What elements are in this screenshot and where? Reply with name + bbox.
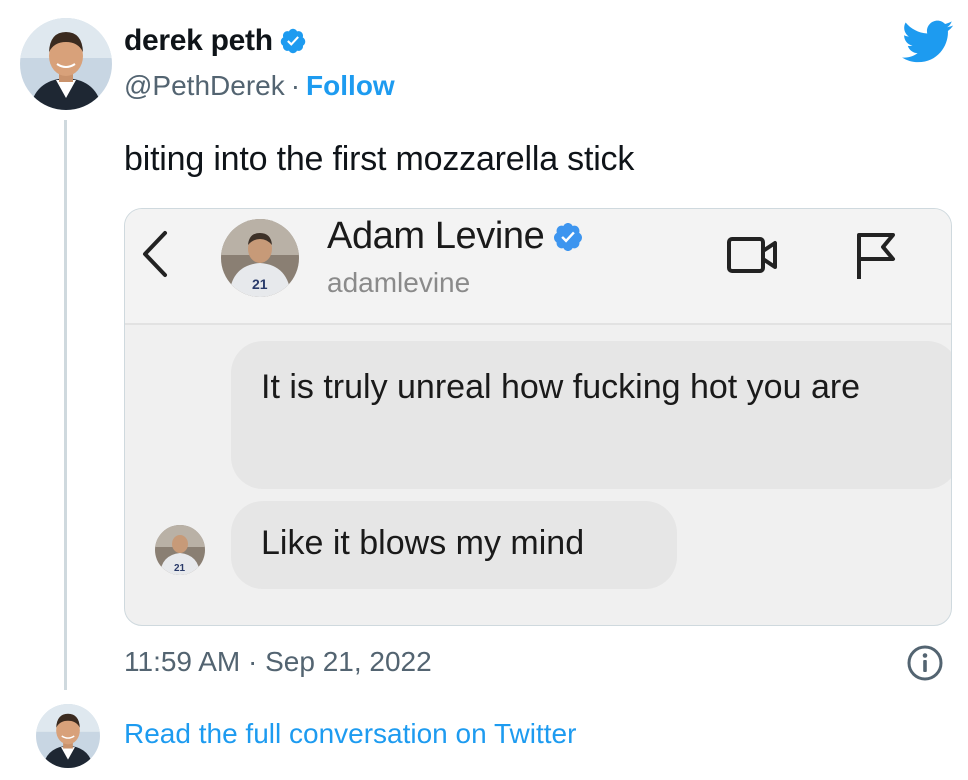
author-handle-row: @PethDerek · Follow — [124, 70, 395, 102]
dm-message-bubble: It is truly unreal how fucking hot you a… — [231, 341, 951, 489]
read-conversation-link[interactable]: Read the full conversation on Twitter — [124, 718, 576, 750]
dm-contact-avatar: 21 — [221, 219, 299, 297]
dm-verified-badge-icon — [554, 222, 583, 251]
tweet-media-card[interactable]: 21 Adam Levine adamlevine It is truly un… — [124, 208, 952, 626]
dm-message-avatar: 21 — [155, 525, 205, 575]
author-handle[interactable]: @PethDerek — [124, 70, 285, 102]
dm-contact-username: adamlevine — [327, 267, 471, 298]
flag-icon — [857, 233, 895, 279]
separator-dot: · — [290, 70, 301, 101]
reply-author-avatar[interactable] — [36, 704, 100, 768]
dm-message-bubble: Like it blows my mind — [231, 501, 677, 589]
back-chevron-icon — [143, 231, 167, 277]
author-avatar[interactable] — [20, 18, 112, 110]
dm-header: 21 Adam Levine adamlevine — [125, 209, 951, 325]
twitter-bird-icon[interactable] — [902, 20, 954, 64]
dm-contact-name-row: Adam Levine — [327, 215, 584, 258]
info-icon[interactable] — [906, 644, 944, 682]
verified-badge-icon — [280, 28, 305, 54]
author-display-name[interactable]: derek peth — [124, 24, 273, 58]
follow-button[interactable]: Follow — [306, 70, 395, 102]
thread-line — [64, 120, 67, 690]
author-name-row[interactable]: derek peth — [124, 24, 307, 58]
svg-text:21: 21 — [174, 563, 186, 574]
tweet-text: biting into the first mozzarella stick — [124, 140, 635, 178]
video-call-icon — [727, 237, 777, 273]
svg-text:21: 21 — [252, 276, 268, 292]
tweet-timestamp[interactable]: 11:59 AM · Sep 21, 2022 — [124, 646, 432, 678]
dm-contact-name: Adam Levine — [327, 215, 545, 257]
